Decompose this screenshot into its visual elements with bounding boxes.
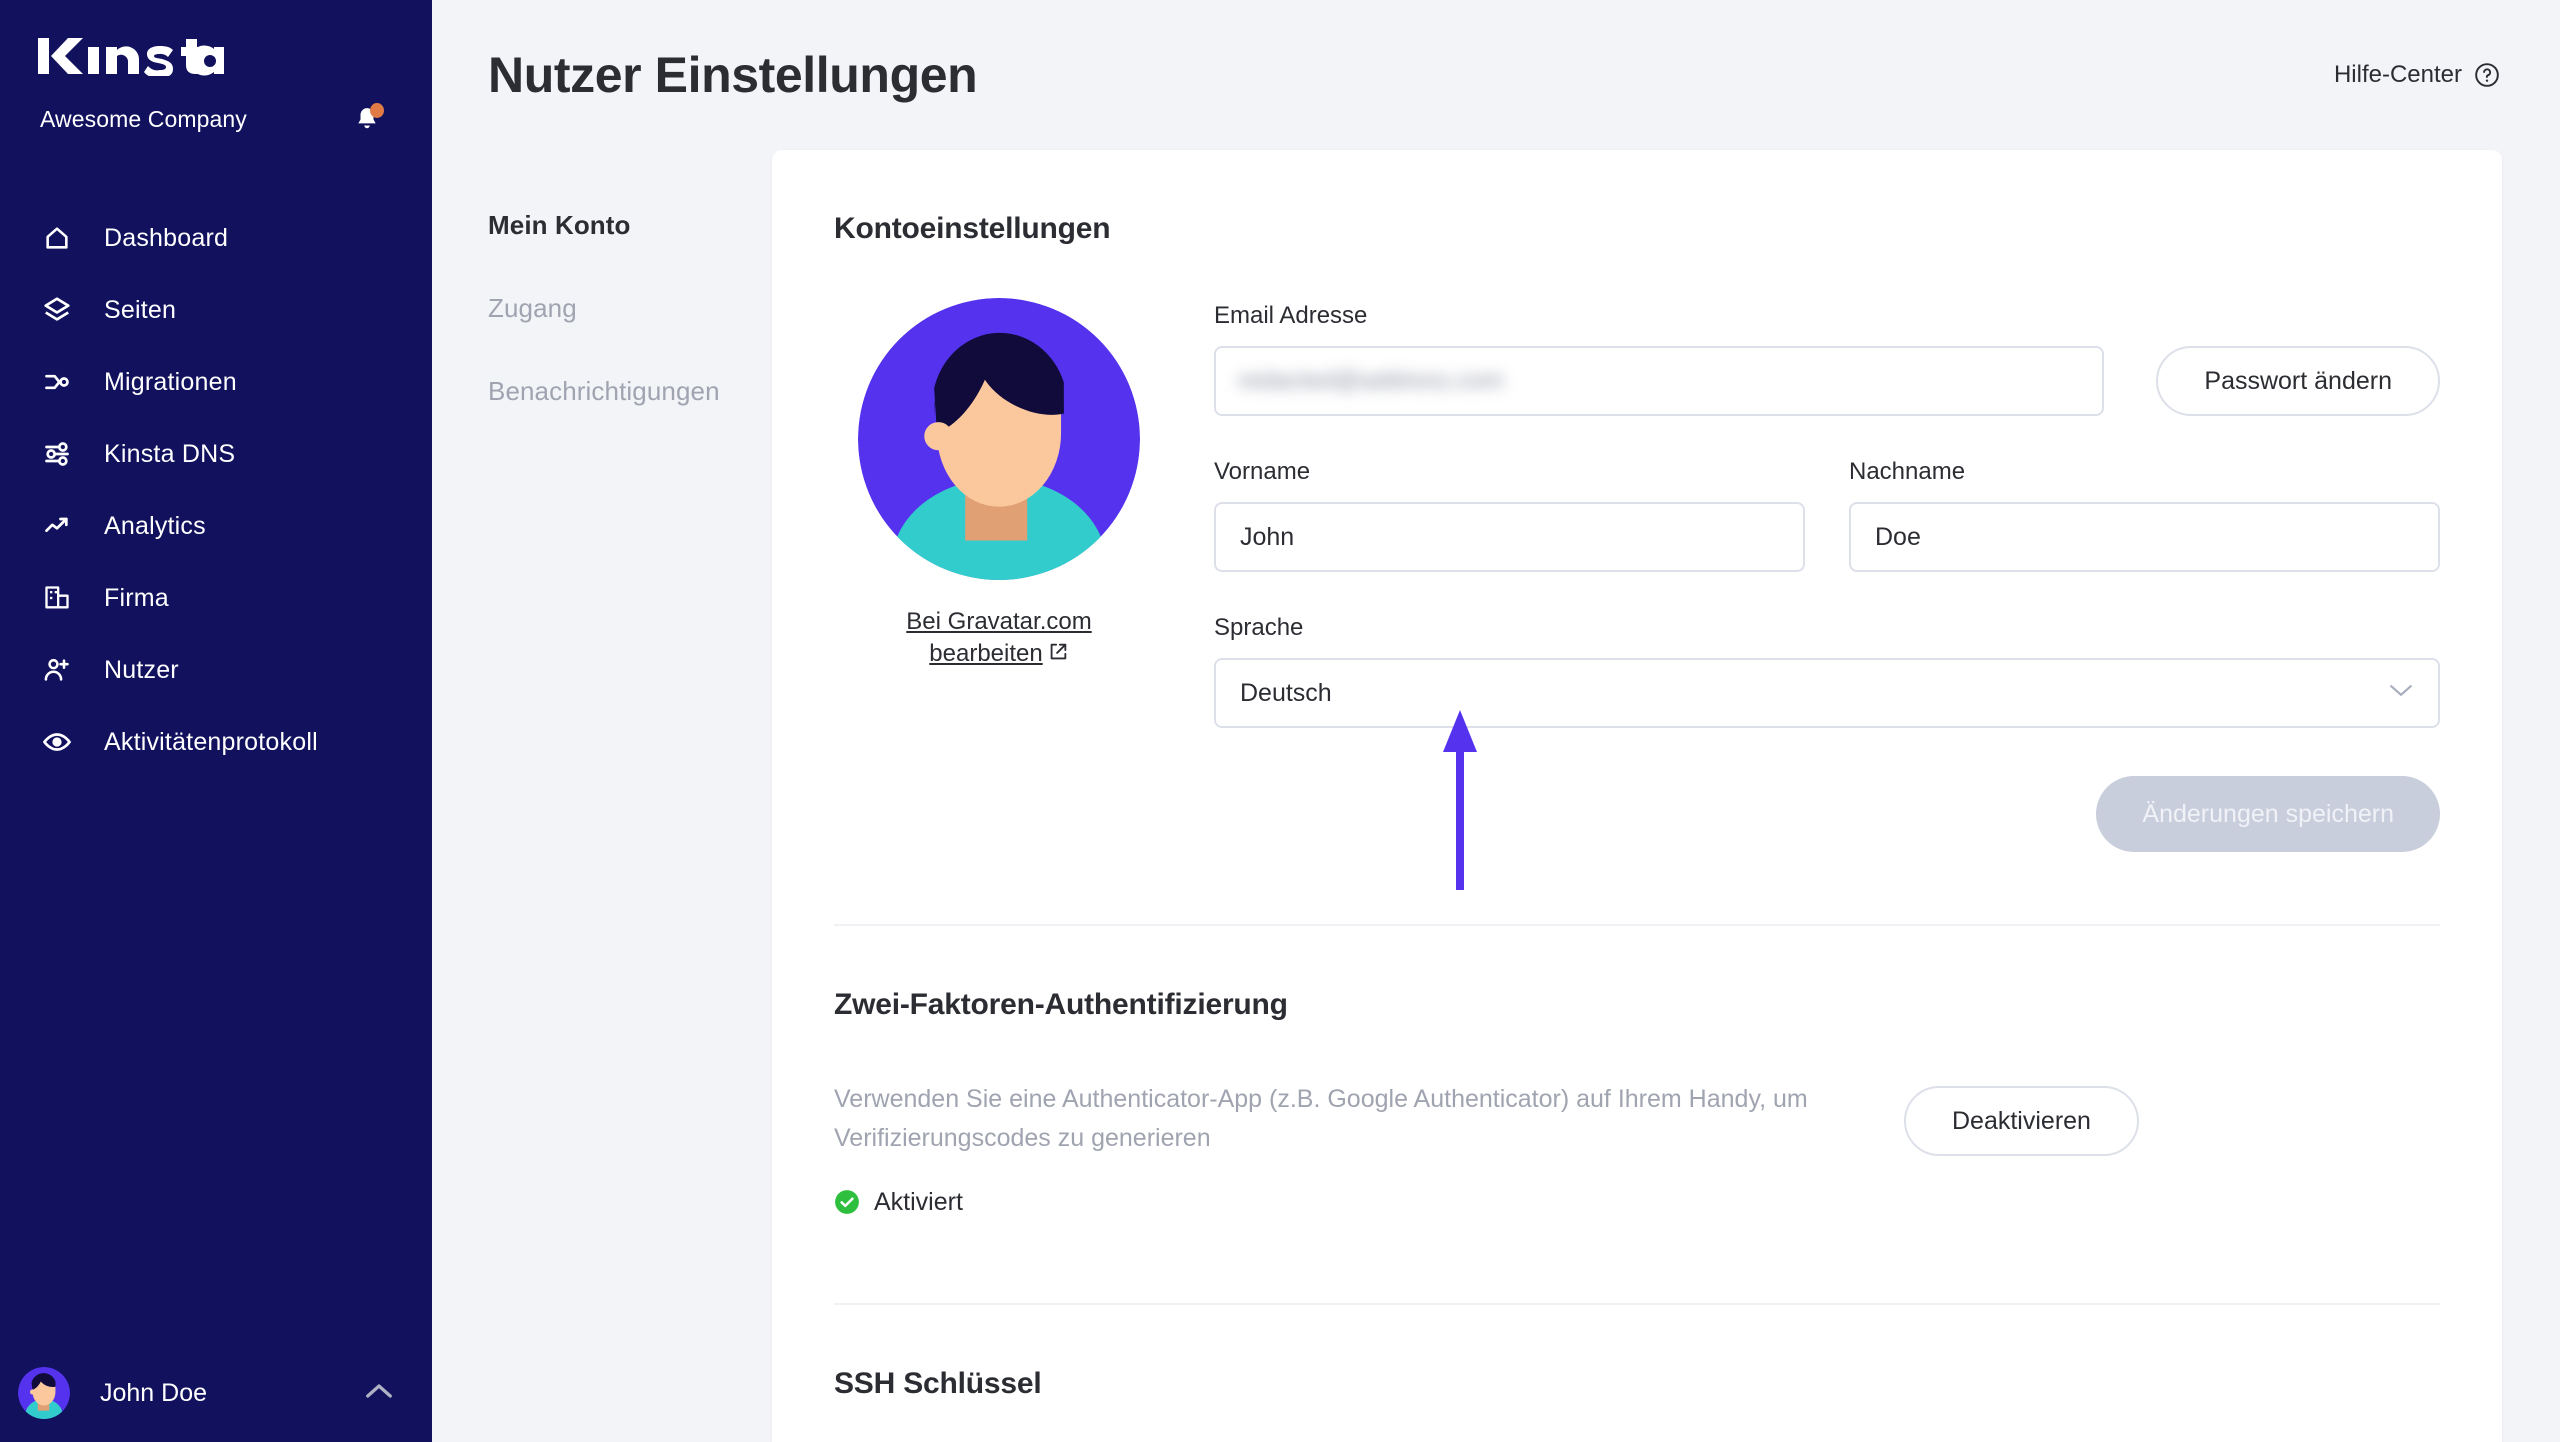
kinsta-logo-icon — [38, 36, 224, 76]
sidebar-item-aktivitaetenprotokoll[interactable]: Aktivitätenprotokoll — [0, 706, 432, 778]
language-row: Sprache — [1214, 614, 2440, 728]
sidebar-item-label: Seiten — [104, 296, 176, 325]
section-title-twofa: Zwei-Faktoren-Authentifizierung — [834, 988, 2440, 1022]
chevron-up-icon[interactable] — [364, 1382, 394, 1405]
status-badge: Aktiviert — [874, 1188, 963, 1217]
page-title: Nutzer Einstellungen — [488, 46, 977, 104]
settings-submenu: Mein Konto Zugang Benachrichtigungen — [432, 150, 772, 1442]
avatar — [18, 1367, 70, 1419]
main-content: Nutzer Einstellungen Hilfe-Center Mein K… — [432, 0, 2560, 1442]
sidebar-item-nutzer[interactable]: Nutzer — [0, 634, 432, 706]
language-select[interactable] — [1214, 658, 2440, 728]
migration-arrow-icon — [40, 365, 74, 399]
first-name-input[interactable] — [1214, 502, 1805, 572]
sidebar-item-label: Dashboard — [104, 224, 228, 253]
twofa-section: Zwei-Faktoren-Authentifizierung Verwende… — [772, 926, 2502, 1305]
sidebar-user-name: John Doe — [100, 1379, 364, 1408]
avatar — [858, 298, 1140, 580]
account-grid: Bei Gravatar.com bearbeiten Email Adress… — [834, 246, 2440, 862]
language-label: Sprache — [1214, 614, 2440, 642]
sidebar-item-firma[interactable]: Firma — [0, 562, 432, 634]
content-row: Mein Konto Zugang Benachrichtigungen Kon… — [432, 150, 2560, 1442]
account-settings-section: Kontoeinstellungen — [772, 150, 2502, 926]
email-redacted-overlay: redacted@address.com — [1238, 367, 1504, 396]
change-password-slot: Passwort ändern — [2104, 346, 2440, 416]
change-password-button[interactable]: Passwort ändern — [2156, 346, 2440, 416]
sidebar-item-kinsta-dns[interactable]: Kinsta DNS — [0, 418, 432, 490]
notifications-button[interactable] — [350, 102, 384, 136]
first-name-label: Vorname — [1214, 458, 1805, 486]
sidebar-item-label: Firma — [104, 584, 169, 613]
sidebar-item-seiten[interactable]: Seiten — [0, 274, 432, 346]
deactivate-twofa-button[interactable]: Deaktivieren — [1904, 1086, 2139, 1156]
sidebar: Awesome Company Dashboard — [0, 0, 432, 1442]
twofa-button-slot: Deaktivieren — [1864, 1080, 2139, 1156]
save-changes-button[interactable]: Änderungen speichern — [2096, 776, 2440, 852]
layers-icon — [40, 293, 74, 327]
fields-column: Email Adresse redacted@address.com Passw… — [1164, 298, 2440, 862]
email-row: Email Adresse redacted@address.com Passw… — [1214, 302, 2440, 416]
question-circle-icon — [2474, 62, 2500, 88]
sidebar-item-dashboard[interactable]: Dashboard — [0, 202, 432, 274]
email-field-group: Email Adresse redacted@address.com — [1214, 302, 2104, 416]
sidebar-item-label: Nutzer — [104, 656, 179, 685]
app-root: Awesome Company Dashboard — [0, 0, 2560, 1442]
twofa-description: Verwenden Sie eine Authenticator-App (z.… — [834, 1080, 1864, 1158]
user-plus-icon — [40, 653, 74, 687]
help-center-link[interactable]: Hilfe-Center — [2334, 61, 2500, 89]
building-icon — [40, 581, 74, 615]
avatar-column: Bei Gravatar.com bearbeiten — [834, 298, 1164, 862]
ssh-section: SSH Schlüssel — [772, 1305, 2502, 1401]
sidebar-item-label: Aktivitätenprotokoll — [104, 728, 318, 757]
eye-icon — [40, 725, 74, 759]
sidebar-user-menu[interactable]: John Doe — [0, 1344, 432, 1442]
avatar-image — [18, 1367, 70, 1419]
language-select-wrap — [1214, 658, 2440, 728]
twofa-text-block: Verwenden Sie eine Authenticator-App (z.… — [834, 1080, 1864, 1217]
notification-badge — [370, 103, 384, 118]
settings-card: Kontoeinstellungen — [772, 150, 2502, 1442]
home-icon — [40, 221, 74, 255]
trending-up-icon — [40, 509, 74, 543]
org-name: Awesome Company — [40, 106, 247, 133]
last-name-group: Nachname — [1849, 458, 2440, 572]
org-row: Awesome Company — [0, 76, 432, 136]
save-row: Änderungen speichern — [1214, 776, 2440, 862]
sidebar-nav: Dashboard Seiten — [0, 202, 432, 778]
page-header: Nutzer Einstellungen Hilfe-Center — [432, 0, 2560, 150]
dns-network-icon — [40, 437, 74, 471]
sidebar-item-label: Migrationen — [104, 368, 237, 397]
last-name-label: Nachname — [1849, 458, 2440, 486]
name-row: Vorname Nachname — [1214, 458, 2440, 572]
first-name-group: Vorname — [1214, 458, 1805, 572]
external-link-icon — [1047, 641, 1069, 663]
check-circle-icon — [834, 1189, 860, 1215]
twofa-row: Verwenden Sie eine Authenticator-App (z.… — [834, 1022, 2440, 1217]
tab-benachrichtigungen[interactable]: Benachrichtigungen — [488, 376, 772, 407]
section-title-account: Kontoeinstellungen — [834, 212, 2440, 246]
gravatar-edit-link[interactable]: Bei Gravatar.com bearbeiten — [864, 606, 1134, 671]
twofa-status: Aktiviert — [834, 1188, 1864, 1217]
help-center-label: Hilfe-Center — [2334, 61, 2462, 89]
sidebar-item-label: Analytics — [104, 512, 206, 541]
sidebar-item-analytics[interactable]: Analytics — [0, 490, 432, 562]
email-input-wrap: redacted@address.com — [1214, 346, 2104, 416]
section-title-ssh: SSH Schlüssel — [834, 1367, 2440, 1401]
sidebar-item-migrationen[interactable]: Migrationen — [0, 346, 432, 418]
avatar-image — [858, 298, 1140, 580]
sidebar-item-label: Kinsta DNS — [104, 440, 235, 469]
email-label: Email Adresse — [1214, 302, 2104, 330]
brand-logo[interactable] — [0, 0, 432, 76]
tab-zugang[interactable]: Zugang — [488, 293, 772, 324]
last-name-input[interactable] — [1849, 502, 2440, 572]
tab-mein-konto[interactable]: Mein Konto — [488, 210, 772, 241]
